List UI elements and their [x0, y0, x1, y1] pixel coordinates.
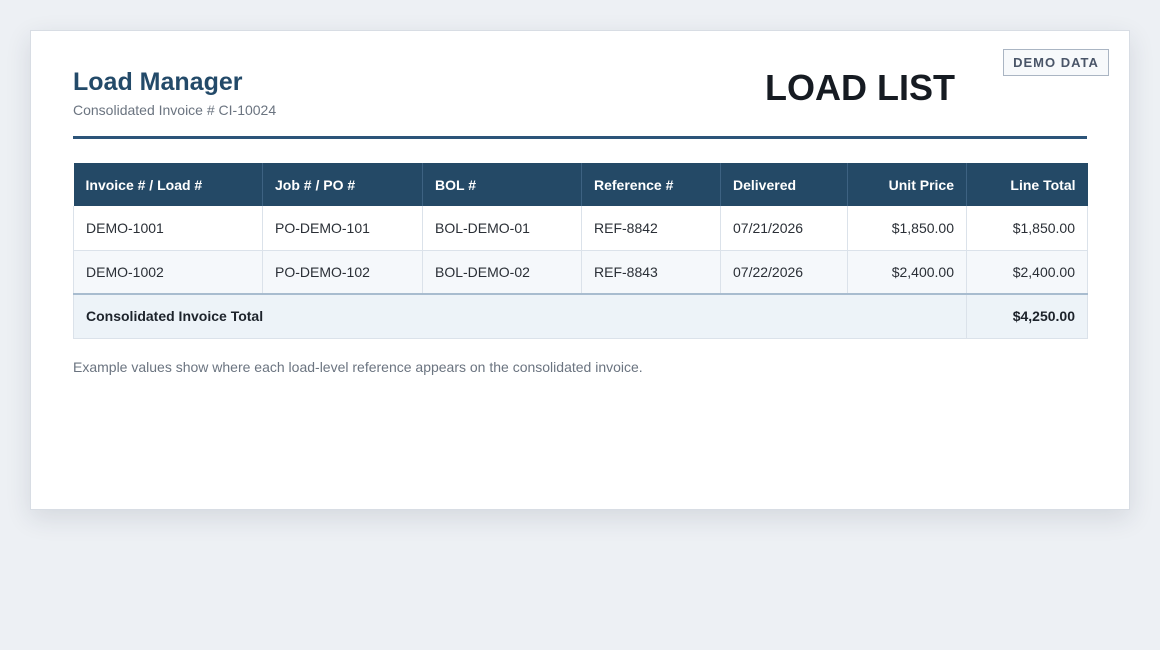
total-label: Consolidated Invoice Total — [73, 293, 967, 339]
cell-bol: BOL-DEMO-02 — [422, 250, 582, 295]
demo-data-badge: DEMO DATA — [1003, 49, 1109, 76]
cell-delivered: 07/21/2026 — [720, 206, 848, 251]
cell-job-po: PO-DEMO-102 — [262, 250, 423, 295]
cell-invoice-load: DEMO-1001 — [73, 206, 263, 251]
table-row: DEMO-1002 PO-DEMO-102 BOL-DEMO-02 REF-88… — [73, 250, 1088, 295]
column-header-reference: Reference # — [581, 163, 721, 206]
cell-line-total: $2,400.00 — [966, 250, 1088, 295]
cell-reference: REF-8842 — [581, 206, 721, 251]
header-divider — [73, 136, 1087, 139]
invoice-card: DEMO DATA Load Manager Consolidated Invo… — [30, 30, 1130, 510]
cell-unit-price: $2,400.00 — [847, 250, 967, 295]
column-header-unit-price: Unit Price — [847, 163, 967, 206]
column-header-bol: BOL # — [422, 163, 582, 206]
total-value: $4,250.00 — [966, 293, 1088, 339]
column-header-delivered: Delivered — [720, 163, 848, 206]
cell-job-po: PO-DEMO-101 — [262, 206, 423, 251]
cell-unit-price: $1,850.00 — [847, 206, 967, 251]
cell-delivered: 07/22/2026 — [720, 250, 848, 295]
document-title: LOAD LIST — [765, 67, 955, 108]
cell-invoice-load: DEMO-1002 — [73, 250, 263, 295]
footnote: Example values show where each load-leve… — [73, 359, 643, 375]
cell-bol: BOL-DEMO-01 — [422, 206, 582, 251]
load-table: Invoice # / Load # Job # / PO # BOL # Re… — [73, 163, 1088, 339]
table-header-row: Invoice # / Load # Job # / PO # BOL # Re… — [73, 163, 1088, 206]
column-header-job-po: Job # / PO # — [262, 163, 423, 206]
column-header-line-total: Line Total — [966, 163, 1088, 206]
cell-reference: REF-8843 — [581, 250, 721, 295]
invoice-subtitle: Consolidated Invoice # CI-10024 — [73, 102, 277, 118]
brand-title: Load Manager — [73, 68, 243, 96]
total-row: Consolidated Invoice Total $4,250.00 — [73, 293, 1088, 339]
table-row: DEMO-1001 PO-DEMO-101 BOL-DEMO-01 REF-88… — [73, 206, 1088, 251]
column-header-invoice-load: Invoice # / Load # — [73, 163, 263, 206]
cell-line-total: $1,850.00 — [966, 206, 1088, 251]
